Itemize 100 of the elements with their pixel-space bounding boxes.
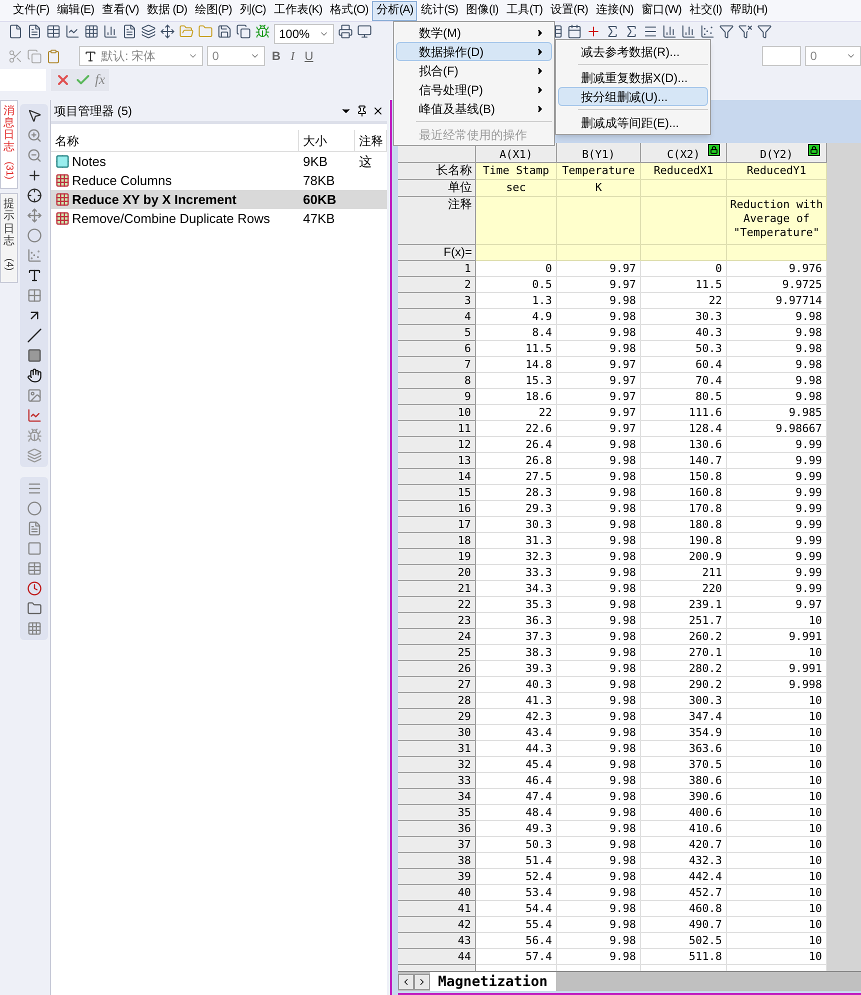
frame-icon[interactable] <box>26 541 42 556</box>
row-number[interactable]: 3 <box>398 293 476 309</box>
row-number[interactable]: 43 <box>398 933 476 949</box>
menu-item[interactable]: 工具(T) <box>502 0 547 20</box>
scatter-icon[interactable] <box>700 24 715 39</box>
row-number[interactable]: 36 <box>398 821 476 837</box>
row-number[interactable]: 35 <box>398 805 476 821</box>
row-number[interactable]: 25 <box>398 645 476 661</box>
pointer-icon[interactable] <box>26 108 42 123</box>
row-number[interactable]: 17 <box>398 517 476 533</box>
menu-item[interactable]: 数据 (D) <box>142 0 192 20</box>
bar-chart-icon[interactable] <box>662 24 677 39</box>
row-number[interactable]: 30 <box>398 725 476 741</box>
line-icon[interactable] <box>26 328 42 343</box>
row-number[interactable]: 26 <box>398 661 476 677</box>
sort-icon[interactable] <box>643 24 658 39</box>
scroll-right-button[interactable] <box>414 974 430 990</box>
circle-icon[interactable] <box>26 501 42 516</box>
list-icon[interactable] <box>26 521 42 536</box>
menu-item[interactable]: 工作表(K) <box>270 0 326 20</box>
project-row[interactable]: Notes 9KB 这 <box>51 152 387 171</box>
font-size-dropdown[interactable]: 0 <box>207 46 265 66</box>
zoom-out-icon[interactable] <box>26 148 42 163</box>
row-number[interactable]: 32 <box>398 757 476 773</box>
menu-item[interactable]: 格式(O) <box>326 0 372 20</box>
row-number[interactable]: 2 <box>398 277 476 293</box>
row-number[interactable]: 31 <box>398 741 476 757</box>
column-header[interactable]: D(Y2) <box>727 143 827 163</box>
row-number[interactable]: 15 <box>398 485 476 501</box>
folder-icon[interactable] <box>26 601 42 616</box>
format-button[interactable]: B <box>268 47 284 65</box>
row-number[interactable]: 8 <box>398 373 476 389</box>
row-number[interactable]: 13 <box>398 453 476 469</box>
menu-item[interactable]: 减去参考数据(R)... <box>558 42 708 61</box>
report-icon[interactable] <box>122 24 137 39</box>
column-header[interactable]: 大小 <box>299 130 355 152</box>
row-number[interactable]: 38 <box>398 853 476 869</box>
row-number[interactable]: 14 <box>398 469 476 485</box>
format-button[interactable]: U <box>302 47 316 65</box>
menu-item[interactable]: 编辑(E) <box>53 0 98 20</box>
filter-icon[interactable] <box>719 24 734 39</box>
project-row[interactable]: Remove/Combine Duplicate Rows 47KB <box>51 209 387 228</box>
row-number[interactable]: 24 <box>398 629 476 645</box>
row-number[interactable]: 33 <box>398 773 476 789</box>
row-number[interactable]: 42 <box>398 917 476 933</box>
side-tab[interactable]: 消息日志 (31) <box>0 100 18 190</box>
row-number[interactable]: 23 <box>398 613 476 629</box>
menu-item[interactable]: 绘图(P) <box>191 0 236 20</box>
paste-icon[interactable] <box>46 48 61 64</box>
row-number[interactable]: 7 <box>398 357 476 373</box>
ellipse-icon[interactable] <box>26 228 42 243</box>
row-number[interactable]: 18 <box>398 533 476 549</box>
row-number[interactable]: 20 <box>398 565 476 581</box>
project-row[interactable]: Reduce Columns 78KB <box>51 171 387 190</box>
menu-item[interactable]: 列(C) <box>236 0 270 20</box>
row-number[interactable]: 21 <box>398 581 476 597</box>
row-number[interactable]: 12 <box>398 437 476 453</box>
project-row[interactable]: Reduce XY by X Increment 60KB <box>51 190 387 209</box>
column-header[interactable]: 注释 <box>355 130 387 152</box>
menu-item[interactable]: 统计(S) <box>417 0 462 20</box>
row-number[interactable]: 19 <box>398 549 476 565</box>
menu-item[interactable]: 图像(I) <box>462 0 502 20</box>
row-number[interactable]: 22 <box>398 597 476 613</box>
row-number[interactable]: 9 <box>398 389 476 405</box>
row-number[interactable]: 10 <box>398 405 476 421</box>
menu-item[interactable]: 社交(I) <box>686 0 726 20</box>
target-icon[interactable] <box>26 188 42 203</box>
row-number[interactable]: 6 <box>398 341 476 357</box>
menu-item[interactable]: 拟合(F) <box>396 61 552 80</box>
sum-icon[interactable] <box>605 24 620 39</box>
menu-item[interactable]: 数据操作(D) <box>396 42 552 61</box>
column-chart-icon[interactable] <box>681 24 696 39</box>
menu-item[interactable]: 信号处理(P) <box>396 80 552 99</box>
cancel-icon[interactable] <box>55 72 71 88</box>
row-number[interactable]: 27 <box>398 677 476 693</box>
printer-icon[interactable] <box>338 24 353 39</box>
layers-icon[interactable] <box>141 24 156 39</box>
pin-icon[interactable] <box>356 104 368 116</box>
row-number[interactable]: 1 <box>398 261 476 277</box>
calendar-icon[interactable] <box>567 24 582 39</box>
row-number[interactable]: 44 <box>398 949 476 965</box>
font-dropdown[interactable]: 默认: 宋体 <box>78 46 204 66</box>
row-number[interactable]: 34 <box>398 789 476 805</box>
bar-chart-icon[interactable] <box>103 24 118 39</box>
row-number[interactable]: 11 <box>398 421 476 437</box>
column-header[interactable]: C(X2) <box>641 143 727 163</box>
line-chart-icon[interactable] <box>65 24 80 39</box>
new-file-icon[interactable] <box>8 24 23 39</box>
close-icon[interactable] <box>372 104 384 116</box>
lines-icon[interactable] <box>26 481 42 496</box>
menu-item[interactable]: 删减重复数据X(D)... <box>558 68 708 87</box>
hand-icon[interactable] <box>26 368 42 383</box>
monitor-icon[interactable] <box>357 24 372 39</box>
document-icon[interactable] <box>27 24 42 39</box>
row-number[interactable]: 41 <box>398 901 476 917</box>
side-tab[interactable]: 提示日志 (4) <box>0 193 18 283</box>
zoom-dropdown[interactable]: 100% <box>274 24 334 44</box>
row-number[interactable]: 39 <box>398 869 476 885</box>
color-dropdown[interactable] <box>762 46 802 66</box>
menu-item[interactable]: 删减成等间距(E)... <box>558 113 708 132</box>
